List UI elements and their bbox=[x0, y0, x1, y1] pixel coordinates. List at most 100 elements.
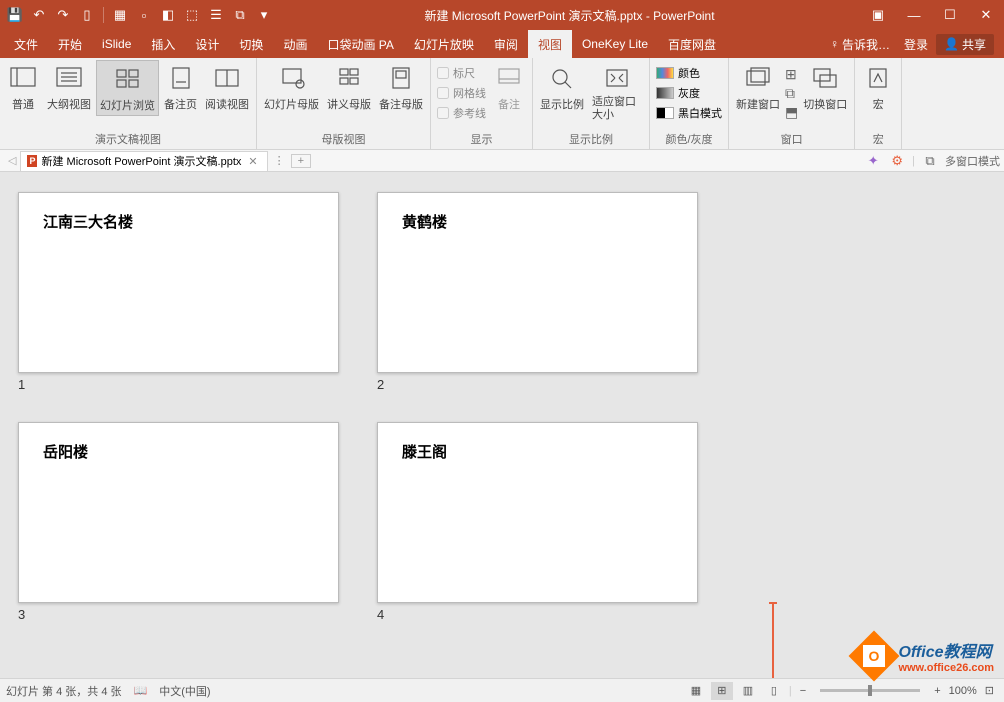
normal-view-icon bbox=[7, 62, 39, 94]
notes-page-button[interactable]: 备注页 bbox=[161, 60, 200, 114]
settings-icon[interactable]: ⚙ bbox=[888, 152, 906, 170]
group-label-color: 颜色/灰度 bbox=[654, 129, 724, 149]
color-mode-button[interactable]: 颜色 bbox=[654, 64, 724, 82]
tab-baidu[interactable]: 百度网盘 bbox=[658, 30, 726, 58]
save-button[interactable]: 💾 bbox=[4, 4, 26, 26]
normal-view-button[interactable]: 普通 bbox=[4, 60, 42, 114]
arrange-all-icon[interactable]: ⊞ bbox=[785, 66, 798, 83]
qat-icon-2[interactable]: ▫ bbox=[133, 4, 155, 26]
language-status[interactable]: 中文(中国) bbox=[159, 683, 210, 699]
close-document-icon[interactable]: ✕ bbox=[245, 155, 260, 168]
new-window-button[interactable]: 新建窗口 bbox=[733, 60, 783, 114]
slide-count-status[interactable]: 幻灯片 第 4 张，共 4 张 bbox=[6, 683, 122, 699]
qat-dropdown[interactable]: ▾ bbox=[253, 4, 275, 26]
normal-view-sb-button[interactable]: ▦ bbox=[685, 682, 707, 700]
group-zoom: 显示比例 适应窗口大小 显示比例 bbox=[533, 58, 650, 149]
multiwindow-label[interactable]: 多窗口模式 bbox=[945, 153, 1000, 169]
tab-view[interactable]: 视图 bbox=[528, 30, 572, 58]
tell-me-search[interactable]: ♀ 告诉我… bbox=[824, 36, 896, 53]
gridlines-checkbox[interactable]: 网格线 bbox=[435, 84, 488, 102]
fit-window-button[interactable]: 适应窗口大小 bbox=[589, 60, 645, 124]
move-split-icon[interactable]: ⬒ bbox=[785, 104, 798, 121]
slide-4-title: 滕王阁 bbox=[402, 441, 673, 462]
reading-view-sb-button[interactable]: ▥ bbox=[737, 682, 759, 700]
zoom-in-button[interactable]: + bbox=[930, 685, 944, 697]
slide-1[interactable]: 江南三大名楼 1 bbox=[18, 192, 339, 392]
bw-mode-button[interactable]: 黑白模式 bbox=[654, 104, 724, 122]
extension-icon-1[interactable]: ✦ bbox=[864, 152, 882, 170]
start-slideshow-button[interactable]: ▯ bbox=[76, 4, 98, 26]
redo-button[interactable]: ↷ bbox=[52, 4, 74, 26]
powerpoint-file-icon: P bbox=[27, 155, 37, 167]
ribbon-display-options[interactable]: ▣ bbox=[860, 0, 896, 30]
tab-pocket[interactable]: 口袋动画 PA bbox=[317, 30, 403, 58]
guides-checkbox[interactable]: 参考线 bbox=[435, 104, 488, 122]
cascade-icon[interactable]: ⧉ bbox=[785, 85, 798, 102]
tab-slideshow[interactable]: 幻灯片放映 bbox=[404, 30, 484, 58]
qat-icon-4[interactable]: ⬚ bbox=[181, 4, 203, 26]
macros-icon bbox=[862, 62, 894, 94]
notes-page-icon bbox=[165, 62, 197, 94]
document-tab[interactable]: P 新建 Microsoft PowerPoint 演示文稿.pptx ✕ bbox=[20, 151, 267, 171]
handout-master-button[interactable]: 讲义母版 bbox=[324, 60, 374, 114]
tab-islide[interactable]: iSlide bbox=[92, 30, 141, 58]
slide-4[interactable]: 滕王阁 4 bbox=[377, 422, 698, 622]
zoom-button[interactable]: 显示比例 bbox=[537, 60, 587, 114]
tab-menu-icon[interactable]: ⋮ bbox=[268, 154, 291, 167]
slide-sorter-icon bbox=[112, 63, 144, 95]
macros-button[interactable]: 宏 bbox=[859, 60, 897, 114]
minimize-button[interactable]: — bbox=[896, 0, 932, 30]
slide-master-button[interactable]: 幻灯片母版 bbox=[261, 60, 322, 114]
tab-review[interactable]: 审阅 bbox=[484, 30, 528, 58]
add-document-icon[interactable]: + bbox=[291, 154, 311, 168]
share-button[interactable]: 👤 共享 bbox=[936, 34, 994, 55]
tab-home[interactable]: 开始 bbox=[48, 30, 92, 58]
qat-icon-1[interactable]: ▦ bbox=[109, 4, 131, 26]
zoom-level[interactable]: 100% bbox=[949, 685, 977, 697]
undo-button[interactable]: ↶ bbox=[28, 4, 50, 26]
fit-zoom-button[interactable]: ⊡ bbox=[981, 684, 998, 697]
sorter-view-sb-button[interactable]: ⊞ bbox=[711, 682, 733, 700]
close-button[interactable]: ✕ bbox=[968, 0, 1004, 30]
notes-master-button[interactable]: 备注母版 bbox=[376, 60, 426, 114]
slide-3[interactable]: 岳阳楼 3 bbox=[18, 422, 339, 622]
slide-2[interactable]: 黄鹤楼 2 bbox=[377, 192, 698, 392]
zoom-out-button[interactable]: − bbox=[796, 685, 810, 697]
switch-windows-button[interactable]: 切换窗口 bbox=[800, 60, 850, 114]
slide-sorter-workspace[interactable]: 江南三大名楼 1 黄鹤楼 2 岳阳楼 3 滕王阁 4 bbox=[0, 172, 1004, 678]
group-label-views: 演示文稿视图 bbox=[4, 129, 252, 149]
ribbon: 普通 大纲视图 幻灯片浏览 备注页 阅读视图 演示文稿视图 bbox=[0, 58, 1004, 150]
watermark: O Office教程网 www.office26.com bbox=[856, 638, 994, 674]
ribbon-tabs: 文件 开始 iSlide 插入 设计 切换 动画 口袋动画 PA 幻灯片放映 审… bbox=[0, 30, 1004, 58]
slide-3-title: 岳阳楼 bbox=[43, 441, 314, 462]
login-button[interactable]: 登录 bbox=[898, 30, 934, 58]
tab-file[interactable]: 文件 bbox=[4, 30, 48, 58]
ruler-checkbox[interactable]: 标尺 bbox=[435, 64, 488, 82]
reading-view-button[interactable]: 阅读视图 bbox=[202, 60, 252, 114]
spellcheck-icon[interactable]: 📖 bbox=[134, 684, 148, 697]
tab-transitions[interactable]: 切换 bbox=[229, 30, 273, 58]
group-label-zoom: 显示比例 bbox=[537, 129, 645, 149]
group-label-macro: 宏 bbox=[859, 129, 897, 149]
tab-insert[interactable]: 插入 bbox=[141, 30, 185, 58]
outline-view-button[interactable]: 大纲视图 bbox=[44, 60, 94, 114]
switch-windows-icon bbox=[809, 62, 841, 94]
maximize-button[interactable]: ☐ bbox=[932, 0, 968, 30]
reading-view-icon bbox=[211, 62, 243, 94]
slide-sorter-button[interactable]: 幻灯片浏览 bbox=[96, 60, 159, 116]
nav-back-icon[interactable]: ◁ bbox=[4, 154, 20, 167]
outline-view-icon bbox=[53, 62, 85, 94]
tab-onekey[interactable]: OneKey Lite bbox=[572, 30, 658, 58]
tab-design[interactable]: 设计 bbox=[185, 30, 229, 58]
zoom-slider[interactable] bbox=[820, 689, 920, 692]
multiwindow-icon[interactable]: ⧉ bbox=[921, 152, 939, 170]
qat-icon-6[interactable]: ⧉ bbox=[229, 4, 251, 26]
slideshow-sb-button[interactable]: ▯ bbox=[763, 682, 785, 700]
zoom-icon bbox=[546, 62, 578, 94]
tab-animations[interactable]: 动画 bbox=[273, 30, 317, 58]
group-label-master: 母版视图 bbox=[261, 129, 426, 149]
grayscale-mode-button[interactable]: 灰度 bbox=[654, 84, 724, 102]
qat-icon-3[interactable]: ◧ bbox=[157, 4, 179, 26]
group-show: 标尺 网格线 参考线 备注 显示 bbox=[431, 58, 533, 149]
qat-icon-5[interactable]: ☰ bbox=[205, 4, 227, 26]
